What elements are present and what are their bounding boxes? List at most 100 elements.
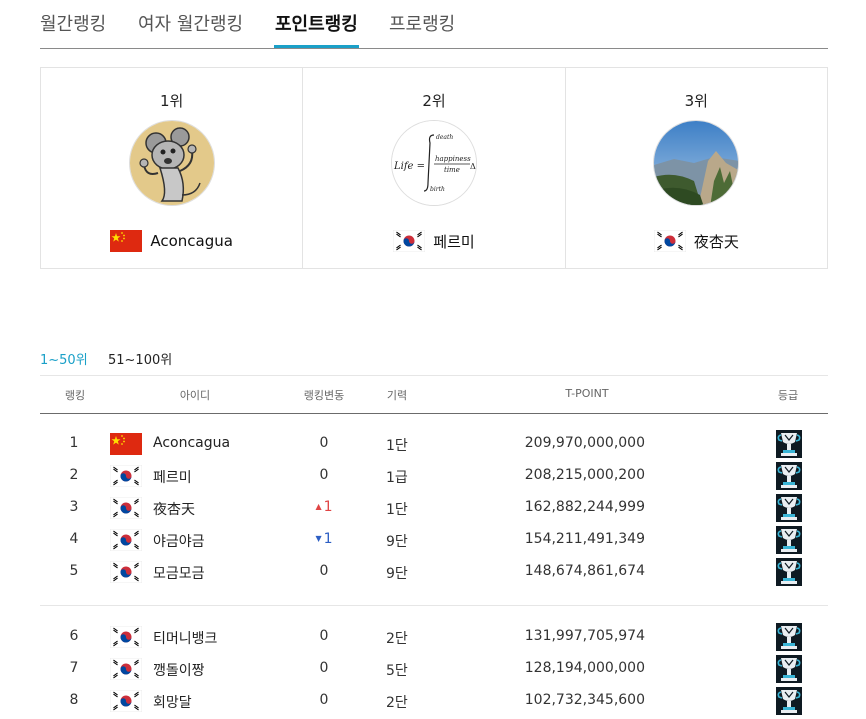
table-row[interactable]: 6 티머니뱅크 0 2단 131,997,705,974 [40, 621, 828, 653]
table-row[interactable]: 7 깽돌이짱 0 5단 128,194,000,000 [40, 653, 828, 685]
korea-flag-icon [110, 626, 142, 648]
down-arrow-icon: ▼ [315, 534, 322, 543]
mouse-cartoon-avatar[interactable] [128, 120, 215, 206]
row-tpoint: 209,970,000,000 [524, 435, 645, 451]
podium-user[interactable]: 페르미 [303, 230, 564, 252]
rank-change-value: 0 [319, 628, 329, 644]
trophy-icon [776, 526, 802, 554]
header-level: 기력 [386, 389, 408, 402]
formula-upper: death [436, 134, 453, 141]
row-tpoint: 128,194,000,000 [524, 660, 645, 676]
row-user-id[interactable]: 夜杏天 [153, 499, 195, 519]
tab-point-ranking[interactable]: 포인트랭킹 [274, 10, 359, 48]
row-level: 5단 [386, 663, 408, 679]
row-user-id[interactable]: 야금야금 [153, 531, 205, 551]
rank-change-down: ▼ 1 [315, 531, 332, 547]
row-rank: 5 [69, 563, 79, 579]
row-rank: 4 [69, 531, 79, 547]
ranking-tabs: 월간랭킹 여자 월간랭킹 포인트랭킹 프로랭킹 [40, 0, 828, 49]
row-level: 9단 [386, 534, 408, 550]
trophy-icon [776, 623, 802, 651]
table-row[interactable]: 2 페르미 0 1급 208,215,000,200 [40, 460, 828, 492]
formula-delta: Δ [470, 162, 476, 171]
rank-change-value: 1 [323, 531, 333, 547]
life-formula-avatar[interactable]: Life = death happiness time Δ birth [390, 120, 477, 206]
row-user-id[interactable]: 깽돌이짱 [153, 660, 205, 680]
table-row[interactable]: 8 회망달 0 2단 102,732,345,600 [40, 685, 828, 717]
row-tpoint: 154,211,491,349 [524, 531, 645, 547]
group-divider [40, 605, 828, 606]
range-tab-51-100[interactable]: 51~100위 [108, 349, 172, 368]
podium-user[interactable]: Aconcagua [41, 230, 302, 252]
formula-lower: birth [430, 186, 445, 193]
rank-change-value: 0 [319, 467, 329, 483]
header-grade: 등급 [777, 389, 799, 402]
trophy-icon [776, 494, 802, 522]
top3-podium: 1위 Aconcagua 2위 Life = death happiness t… [40, 67, 828, 269]
korea-flag-icon [393, 230, 426, 252]
row-rank: 2 [69, 467, 79, 483]
china-flag-icon [110, 433, 142, 455]
korea-flag-icon [653, 230, 686, 252]
header-change: 랭킹변동 [303, 389, 345, 402]
korea-flag-icon [110, 690, 142, 712]
rank-change-value: 0 [319, 563, 329, 579]
row-rank: 3 [69, 499, 79, 515]
row-level: 1단 [386, 502, 408, 518]
trophy-icon [776, 430, 802, 458]
row-tpoint: 148,674,861,674 [524, 563, 645, 579]
row-level: 2단 [386, 631, 408, 647]
trophy-icon [776, 687, 802, 715]
row-user-id[interactable]: 회망달 [153, 692, 192, 712]
row-level: 1급 [386, 470, 408, 486]
row-tpoint: 208,215,000,200 [524, 467, 645, 483]
korea-flag-icon [110, 465, 142, 487]
podium-rank-label: 2위 [422, 92, 446, 110]
podium-first: 1위 Aconcagua [41, 68, 304, 268]
podium-username: Aconcagua [150, 232, 233, 250]
row-user-id[interactable]: 티머니뱅크 [153, 628, 217, 648]
table-row[interactable]: 4 야금야금 ▼ 1 9단 154,211,491,349 [40, 524, 828, 556]
row-level: 9단 [386, 566, 408, 582]
trophy-icon [776, 558, 802, 586]
trophy-icon [776, 655, 802, 683]
podium-username: 페르미 [433, 232, 475, 251]
header-rank: 랭킹 [64, 389, 86, 402]
korea-flag-icon [110, 658, 142, 680]
row-level: 1단 [386, 438, 408, 454]
row-user-id[interactable]: 페르미 [153, 467, 192, 487]
formula-denominator: time [444, 166, 460, 174]
row-user-id[interactable]: 모금모금 [153, 563, 205, 583]
korea-flag-icon [110, 529, 142, 551]
podium-user[interactable]: 夜杏天 [566, 230, 827, 252]
rank-change-value: 1 [323, 499, 333, 515]
row-tpoint: 131,997,705,974 [524, 628, 645, 644]
mountain-landscape-avatar[interactable] [653, 120, 740, 206]
rank-change-up: ▲ 1 [315, 499, 332, 515]
table-row[interactable]: 5 모금모금 0 9단 148,674,861,674 [40, 556, 828, 588]
podium-username: 夜杏天 [693, 232, 739, 251]
up-arrow-icon: ▲ [315, 502, 322, 511]
tab-monthly-ranking[interactable]: 월간랭킹 [40, 10, 106, 36]
tab-pro-ranking[interactable]: 프로랭킹 [389, 10, 455, 36]
podium-rank-label: 3위 [684, 92, 708, 110]
row-tpoint: 162,882,244,999 [524, 499, 645, 515]
rank-change-value: 0 [319, 435, 329, 451]
podium-rank-label: 1위 [159, 92, 184, 110]
table-row[interactable]: 3 夜杏天 ▲ 1 1단 162,882,244,999 [40, 492, 828, 524]
formula-numerator: happiness [435, 155, 471, 163]
podium-second: 2위 Life = death happiness time Δ birth 페… [303, 68, 566, 268]
header-tpoint: T-POINT [565, 387, 609, 400]
row-level: 2단 [386, 695, 408, 711]
row-rank: 6 [69, 628, 79, 644]
row-user-id[interactable]: Aconcagua [153, 435, 230, 451]
row-rank: 7 [69, 660, 79, 676]
row-rank: 1 [69, 435, 79, 451]
trophy-icon [776, 462, 802, 490]
table-row[interactable]: 1 Aconcagua 0 1단 209,970,000,000 [40, 428, 828, 460]
china-flag-icon [110, 230, 143, 252]
active-tab-indicator [274, 45, 359, 48]
ranking-table-header: 랭킹 아이디 랭킹변동 기력 T-POINT 등급 [40, 375, 828, 414]
tab-women-monthly-ranking[interactable]: 여자 월간랭킹 [138, 10, 243, 36]
range-tab-1-50[interactable]: 1~50위 [40, 349, 88, 368]
